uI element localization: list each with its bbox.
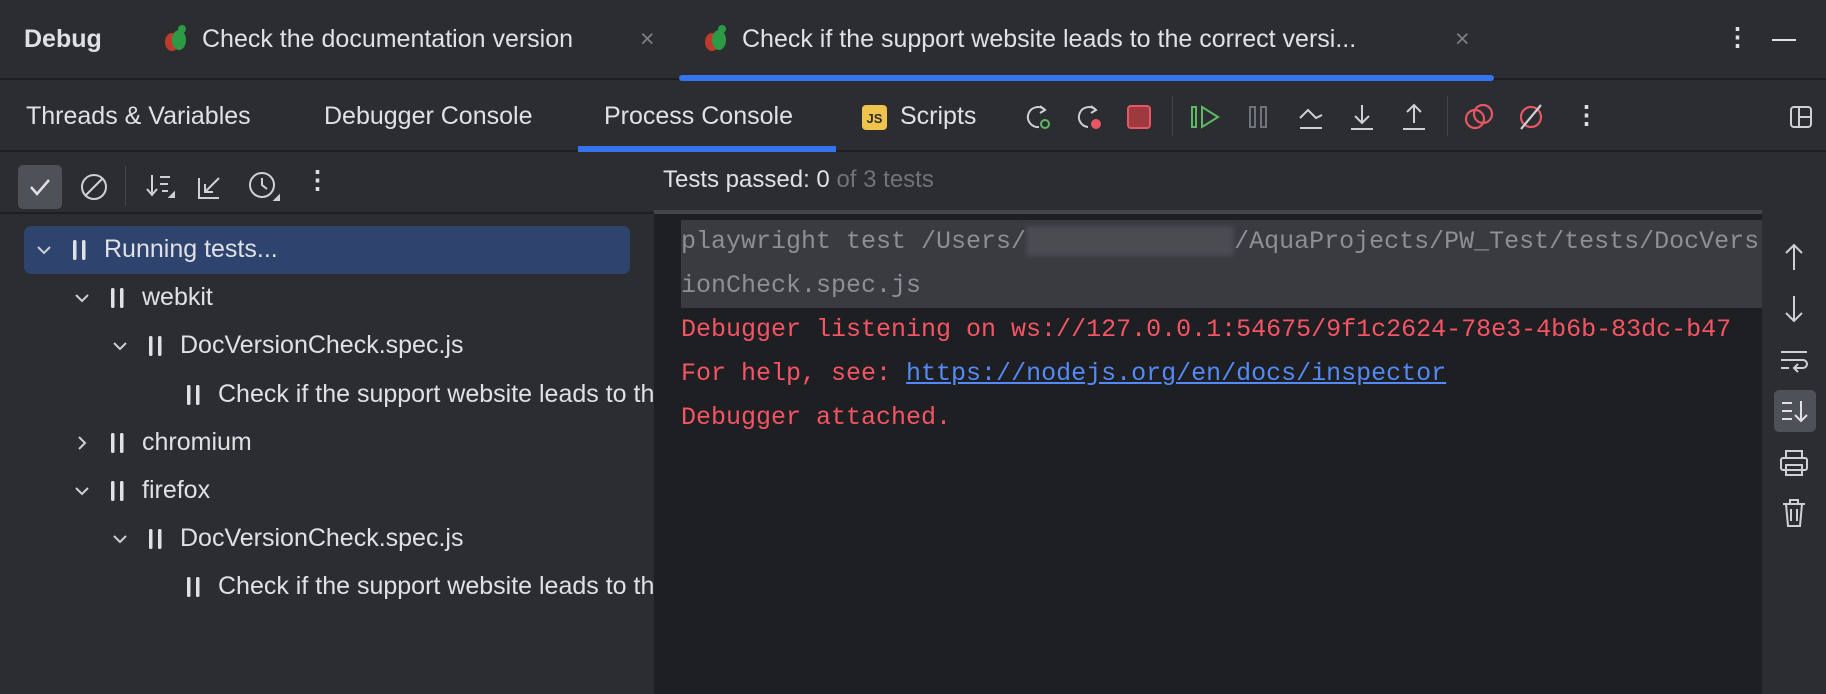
- console-side-toolbar: [1762, 214, 1826, 694]
- tree-item-label: Check if the support website leads to th…: [218, 572, 654, 600]
- tool-window-header: Debug Check the documentation version × …: [0, 0, 1826, 81]
- step-into-icon[interactable]: [1346, 100, 1378, 134]
- tree-item-label: firefox: [142, 476, 211, 504]
- console-command-line: playwright test /Users//AquaProjects/PW_…: [681, 220, 1762, 308]
- horizontal-scrollbar[interactable]: [654, 210, 1762, 214]
- redacted-username: [1026, 226, 1235, 257]
- test-history-icon[interactable]: [242, 165, 286, 209]
- soft-wrap-icon[interactable]: [1778, 344, 1810, 378]
- active-tab-indicator: [679, 75, 1494, 81]
- chevron-down-icon[interactable]: [70, 479, 94, 503]
- tab-check-support-website[interactable]: Check if the support website leads to th…: [742, 25, 1356, 54]
- tree-item[interactable]: DocVersionCheck.spec.js: [0, 515, 654, 563]
- sort-icon[interactable]: [140, 165, 180, 209]
- paused-status-icon: [184, 574, 204, 600]
- pause-icon[interactable]: [1243, 102, 1273, 132]
- tab-process-console[interactable]: Process Console: [604, 102, 793, 131]
- tests-status: Tests passed: 0 of 3 tests: [663, 166, 934, 194]
- resume-icon[interactable]: [1188, 102, 1224, 132]
- inspector-link[interactable]: https://nodejs.org/en/docs/inspector: [906, 359, 1446, 388]
- step-out-icon[interactable]: [1398, 100, 1430, 134]
- js-icon: JS: [862, 105, 887, 130]
- print-icon[interactable]: [1778, 446, 1810, 480]
- tab-scripts[interactable]: Scripts: [900, 102, 976, 131]
- tree-item-label: chromium: [142, 428, 252, 456]
- scroll-down-icon[interactable]: [1778, 292, 1810, 326]
- chevron-down-icon[interactable]: [32, 238, 56, 262]
- playwright-icon: [702, 24, 730, 54]
- tests-total: of 3 tests: [836, 166, 934, 193]
- tree-item-label: DocVersionCheck.spec.js: [180, 524, 464, 552]
- collapse-all-icon[interactable]: [190, 165, 230, 209]
- close-tab-icon[interactable]: ×: [640, 25, 655, 54]
- paused-status-icon: [108, 478, 128, 504]
- process-console[interactable]: playwright test /Users//AquaProjects/PW_…: [654, 214, 1762, 694]
- tool-window-title: Debug: [24, 25, 102, 53]
- show-passed-icon[interactable]: [18, 165, 62, 209]
- rerun-failed-icon[interactable]: [1073, 100, 1105, 134]
- more-options-icon[interactable]: ⋮: [305, 165, 330, 195]
- tests-passed-count: 0: [816, 166, 830, 193]
- paused-status-icon: [146, 333, 166, 359]
- divider: [1447, 96, 1448, 136]
- tree-item-label: webkit: [142, 283, 213, 311]
- command-prefix: playwright test /Users/: [681, 227, 1027, 256]
- tree-item[interactable]: webkit: [0, 274, 654, 322]
- test-tree-toolbar: ⋮: [0, 152, 654, 214]
- tree-item[interactable]: firefox: [0, 467, 654, 515]
- scroll-up-icon[interactable]: [1778, 240, 1810, 274]
- show-ignored-icon[interactable]: [74, 165, 114, 209]
- tree-item-label: Running tests...: [104, 235, 278, 263]
- help-prefix: For help, see:: [681, 359, 907, 388]
- divider: [1172, 96, 1173, 136]
- tests-passed-label: Tests passed:: [663, 166, 810, 193]
- tree-item-label: Check if the support website leads to th…: [218, 380, 654, 408]
- more-options-icon[interactable]: ⋮: [1725, 22, 1750, 52]
- paused-status-icon: [184, 382, 204, 408]
- tree-item[interactable]: Running tests...: [0, 226, 654, 274]
- chevron-down-icon[interactable]: [108, 527, 132, 551]
- more-actions-icon[interactable]: ⋮: [1574, 100, 1599, 130]
- mute-breakpoints-icon[interactable]: [1514, 100, 1548, 134]
- paused-status-icon: [146, 526, 166, 552]
- tree-item[interactable]: Check if the support website leads to th…: [0, 563, 654, 611]
- rerun-icon[interactable]: [1022, 100, 1054, 134]
- tab-debugger-console[interactable]: Debugger Console: [324, 102, 532, 131]
- view-breakpoints-icon[interactable]: [1462, 100, 1496, 134]
- console-line-attached: Debugger attached.: [681, 403, 952, 432]
- divider: [125, 166, 126, 206]
- minimize-icon[interactable]: [1772, 39, 1796, 41]
- chevron-down-icon[interactable]: [108, 334, 132, 358]
- scroll-to-end-icon[interactable]: [1774, 390, 1816, 432]
- tree-item-label: DocVersionCheck.spec.js: [180, 331, 464, 359]
- console-line-listening: Debugger listening on ws://127.0.0.1:546…: [681, 315, 1732, 344]
- tree-item[interactable]: chromium: [0, 419, 654, 467]
- playwright-icon: [162, 24, 190, 54]
- tab-threads-variables[interactable]: Threads & Variables: [26, 102, 251, 131]
- tab-check-documentation-version[interactable]: Check the documentation version: [202, 25, 573, 54]
- paused-status-icon: [108, 430, 128, 456]
- console-output: playwright test /Users//AquaProjects/PW_…: [681, 220, 1762, 440]
- paused-status-icon: [70, 237, 90, 263]
- chevron-right-icon[interactable]: [70, 431, 94, 455]
- chevron-down-icon[interactable]: [70, 286, 94, 310]
- tree-item[interactable]: Check if the support website leads to th…: [0, 371, 654, 419]
- tree-item[interactable]: DocVersionCheck.spec.js: [0, 322, 654, 370]
- close-tab-icon[interactable]: ×: [1455, 25, 1470, 54]
- step-over-icon[interactable]: [1295, 100, 1327, 134]
- console-line-help: For help, see: https://nodejs.org/en/doc…: [681, 352, 1762, 396]
- clear-all-icon[interactable]: [1778, 496, 1810, 530]
- layout-icon[interactable]: [1786, 102, 1816, 132]
- stop-icon[interactable]: [1124, 102, 1154, 132]
- paused-status-icon: [108, 285, 128, 311]
- debugger-toolbar: Threads & Variables Debugger Console Pro…: [0, 82, 1826, 152]
